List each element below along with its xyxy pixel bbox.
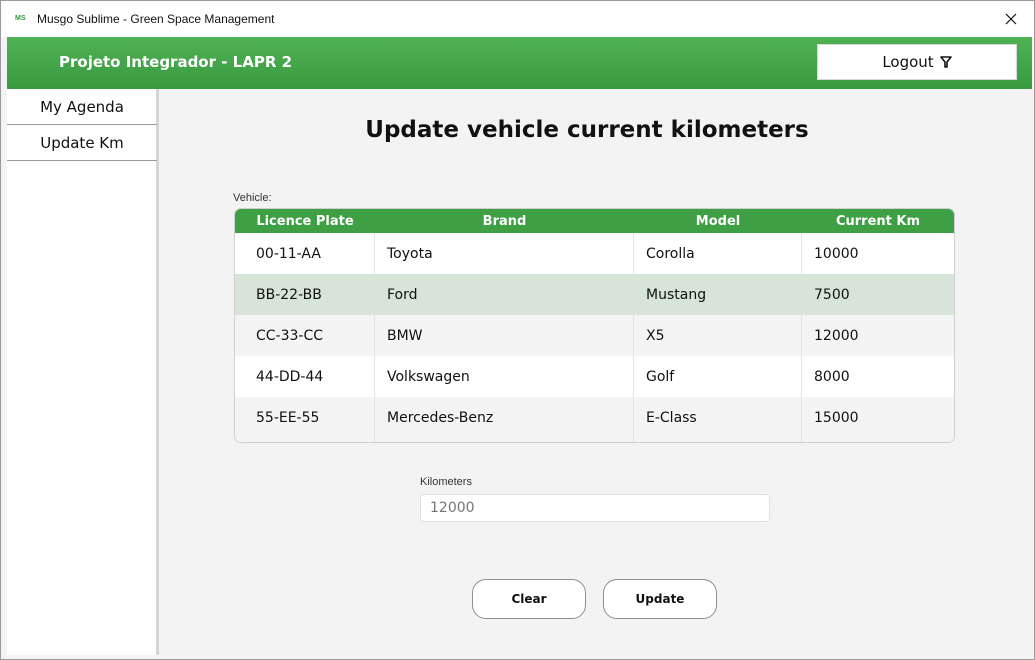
cell-model: Corolla <box>634 233 802 274</box>
kilometers-label: Kilometers <box>420 476 472 488</box>
logout-button[interactable]: Logout <box>817 44 1017 80</box>
cell-current-km: 8000 <box>814 368 850 385</box>
vehicle-table: Licence Plate Brand Model Current Km 00-… <box>234 208 955 443</box>
cell-brand: Toyota <box>375 233 634 274</box>
column-header-licence-plate[interactable]: Licence Plate <box>235 209 375 233</box>
cell-brand: Volkswagen <box>375 356 634 397</box>
app-window: MS Musgo Sublime - Green Space Managemen… <box>0 0 1035 660</box>
vehicle-label: Vehicle: <box>233 192 272 204</box>
sidebar-item-my-agenda[interactable]: My Agenda <box>7 89 157 125</box>
cell-current-km: 10000 <box>814 245 859 262</box>
table-row[interactable]: 44-DD-44 Volkswagen Golf 8000 <box>235 356 954 397</box>
window-title: Musgo Sublime - Green Space Management <box>37 12 275 26</box>
kilometers-input[interactable] <box>420 494 770 522</box>
cell-model: Golf <box>634 356 802 397</box>
app-logo-icon: MS <box>15 15 26 22</box>
sidebar: My Agenda Update Km <box>7 89 159 655</box>
title-bar: MS Musgo Sublime - Green Space Managemen… <box>1 1 1034 37</box>
sidebar-item-update-km[interactable]: Update Km <box>7 125 157 161</box>
cell-licence-plate: BB-22-BB <box>235 274 375 315</box>
column-header-current-km[interactable]: Current Km <box>802 209 954 233</box>
table-row-partial <box>235 438 954 442</box>
cell-model: X5 <box>634 315 802 356</box>
cell-empty <box>235 438 375 442</box>
cell-empty <box>634 438 802 442</box>
cell-current-km: 12000 <box>814 327 859 344</box>
column-header-model[interactable]: Model <box>634 209 802 233</box>
page-title: Update vehicle current kilometers <box>365 117 809 143</box>
sidebar-item-label: Update Km <box>40 133 124 152</box>
cell-model: E-Class <box>634 397 802 438</box>
table-header: Licence Plate Brand Model Current Km <box>235 209 954 233</box>
cell-brand: Mercedes-Benz <box>375 397 634 438</box>
app-header: Projeto Integrador - LAPR 2 Logout <box>7 37 1032 89</box>
table-row[interactable]: 55-EE-55 Mercedes-Benz E-Class 15000 <box>235 397 954 438</box>
logout-label: Logout <box>882 53 934 71</box>
cell-current-km: 7500 <box>814 286 850 303</box>
header-title: Projeto Integrador - LAPR 2 <box>59 53 293 71</box>
cell-empty <box>375 438 634 442</box>
clear-button[interactable]: Clear <box>472 579 586 619</box>
table-row[interactable]: CC-33-CC BMW X5 12000 <box>235 315 954 356</box>
cell-brand: BMW <box>375 315 634 356</box>
cell-licence-plate: 44-DD-44 <box>235 356 375 397</box>
column-header-brand[interactable]: Brand <box>375 209 634 233</box>
cell-current-km: 15000 <box>814 409 859 426</box>
sidebar-item-label: My Agenda <box>40 97 124 116</box>
close-window-button[interactable] <box>988 1 1034 37</box>
cell-licence-plate: CC-33-CC <box>235 315 375 356</box>
cell-model: Mustang <box>634 274 802 315</box>
cell-licence-plate: 00-11-AA <box>235 233 375 274</box>
funnel-icon <box>939 56 952 68</box>
table-row[interactable]: 00-11-AA Toyota Corolla 10000 <box>235 233 954 274</box>
cell-empty <box>802 438 954 442</box>
table-row-selected[interactable]: BB-22-BB Ford Mustang 7500 <box>235 274 954 315</box>
cell-brand: Ford <box>375 274 634 315</box>
update-button[interactable]: Update <box>603 579 717 619</box>
cell-licence-plate: 55-EE-55 <box>235 397 375 438</box>
close-icon <box>1005 13 1017 25</box>
